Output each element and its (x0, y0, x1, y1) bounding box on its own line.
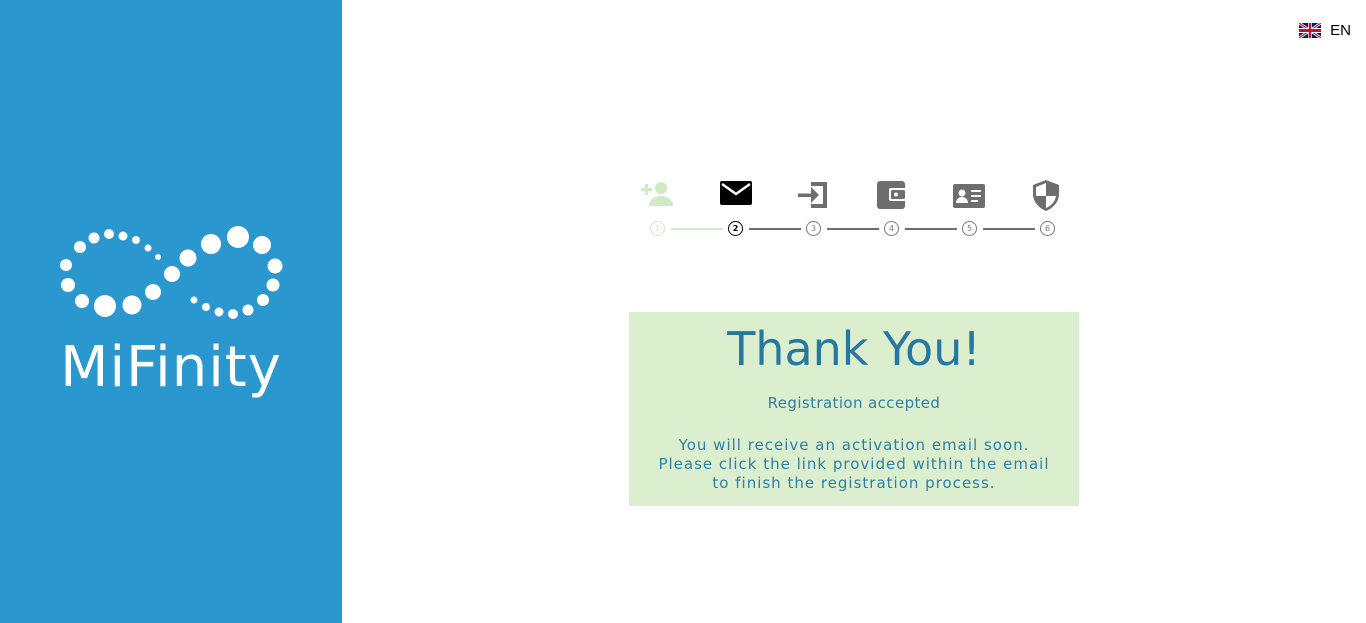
login-icon (798, 182, 827, 208)
step-number-1: 1 (650, 221, 665, 236)
step-connector (749, 228, 801, 230)
step-number-4: 4 (884, 221, 899, 236)
step-number-5: 5 (962, 221, 977, 236)
instruction-line: You will receive an activation email soo… (678, 436, 1030, 454)
person-add-icon (641, 182, 673, 206)
step-connector (905, 228, 957, 230)
confirmation-message-box: Thank You! Registration accepted You wil… (629, 312, 1079, 506)
brand-sidebar: MiFinity (0, 0, 342, 623)
registration-status-text: Registration accepted (767, 394, 941, 412)
step-number-6: 6 (1040, 221, 1055, 236)
activation-instructions: You will receive an activation email soo… (629, 436, 1079, 493)
instruction-line: to finish the registration process. (712, 474, 996, 492)
thank-you-heading: Thank You! (727, 322, 981, 376)
step-connector (983, 228, 1035, 230)
step-number-3: 3 (806, 221, 821, 236)
id-card-icon (953, 184, 985, 208)
step-connector (671, 228, 723, 230)
uk-flag-icon (1299, 23, 1322, 38)
step-connector (827, 228, 879, 230)
language-selector[interactable]: EN (1299, 22, 1351, 39)
instruction-line: Please click the link provided within th… (658, 455, 1050, 473)
mifinity-logo-icon (60, 226, 283, 319)
language-code: EN (1330, 22, 1351, 39)
wallet-icon (877, 181, 906, 209)
step-number-2: 2 (728, 221, 743, 236)
brand-name: MiFinity (60, 335, 282, 400)
shield-icon (1033, 180, 1059, 211)
mail-icon (720, 181, 752, 205)
registration-stepper: 1 2 3 4 5 6 (638, 178, 1066, 242)
